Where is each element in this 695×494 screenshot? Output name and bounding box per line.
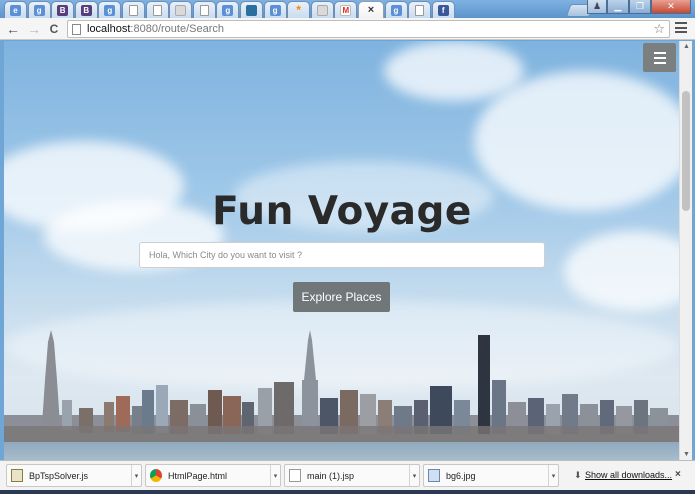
browser-toolbar: ← → C localhost:8080/route/Search ☆ [0,18,695,40]
close-window-button[interactable]: ✕ [651,0,691,14]
cloud [384,41,524,101]
file-chrome-icon [150,469,162,482]
maximize-button[interactable]: ❐ [629,0,651,14]
file-exe-icon [11,469,23,482]
bootstrap-icon: B [57,4,69,16]
browser-tab[interactable]: g [216,1,240,18]
document-icon [128,4,138,16]
city-search-input[interactable] [139,242,545,268]
chart-icon [316,4,328,16]
reload-icon: C [49,22,59,36]
document-icon [152,4,162,16]
browser-tab[interactable]: B [74,1,98,18]
forward-button[interactable]: → [25,20,43,38]
internet-explorer-icon: e [10,4,21,16]
forward-arrow-icon: → [27,21,41,37]
scroll-thumb[interactable] [682,91,690,211]
browser-tab[interactable]: × [357,1,384,18]
google-icon: g [104,4,116,16]
browser-tab[interactable]: e [4,1,27,18]
show-all-downloads-link[interactable]: Show all downloads... [585,470,672,480]
tabs-list: e g B Bg g g * M × g f [4,1,455,18]
menu-toggle-button[interactable] [643,43,676,72]
download-menu-chevron-icon[interactable]: ▾ [270,465,280,486]
download-menu-chevron-icon[interactable]: ▾ [548,465,558,486]
download-filename: BpTspSolver.js [29,470,89,481]
river-water [4,442,679,460]
back-arrow-icon: ← [6,21,20,37]
chrome-menu-icon[interactable] [675,22,687,33]
explore-places-button[interactable]: Explore Places [293,282,390,312]
google-icon: g [33,4,45,16]
browser-tab[interactable]: g [98,1,122,18]
browser-tab[interactable]: f [431,1,455,18]
document-icon [199,4,209,16]
file-doc-icon [289,469,301,482]
page-scrollbar[interactable]: ▲ ▼ [679,41,692,460]
download-item[interactable]: main (1).jsp ▾ [284,464,420,487]
close-icon[interactable]: × [368,4,374,16]
url-path: :8080/route/Search [130,23,224,35]
browser-tab[interactable]: g [27,1,51,18]
minimize-button[interactable]: ▁ [607,0,629,14]
download-item[interactable]: BpTspSolver.js ▾ [6,464,142,487]
page-title: Fun Voyage [212,189,472,234]
os-taskbar [0,490,695,494]
browser-tab[interactable] [121,1,145,18]
chart-icon [175,4,187,16]
cloud [564,231,679,311]
scroll-up-icon[interactable]: ▲ [682,43,691,50]
browser-tab[interactable]: g [384,1,408,18]
browser-tab[interactable] [310,1,334,18]
url-host: localhost [87,23,131,35]
download-shelf: ⬇ Show all downloads... × BpTspSolver.js… [0,460,695,490]
download-item[interactable]: HtmlPage.html ▾ [145,464,281,487]
google-icon: g [269,4,281,16]
download-filename: HtmlPage.html [168,470,228,481]
browser-tab[interactable] [145,1,169,18]
reload-button[interactable]: C [45,20,63,38]
bookmark-star-icon[interactable]: ☆ [653,21,665,37]
browser-tab[interactable]: B [51,1,75,18]
page-viewport: Fun Voyage Explore Places [4,41,679,460]
bootstrap-icon: B [80,4,92,16]
close-shelf-icon[interactable]: × [675,469,681,480]
download-menu-chevron-icon[interactable]: ▾ [131,465,141,486]
download-filename: bg6.jpg [446,470,476,481]
document-icon [415,4,425,16]
facebook-icon: f [437,4,449,16]
tab-strip: e g B Bg g g * M × g f ♟ ▁ ❐ ✕ [0,0,695,18]
browser-tab[interactable]: * [287,1,311,18]
file-jpg-icon [428,469,440,482]
download-item[interactable]: bg6.jpg ▾ [423,464,559,487]
asterisk-icon: * [296,2,301,17]
window-controls: ♟ ▁ ❐ ✕ [587,0,691,14]
browser-tab[interactable] [408,1,432,18]
download-filename: main (1).jsp [307,470,355,481]
address-bar[interactable]: localhost:8080/route/Search ☆ [67,20,670,38]
page-icon [72,23,81,35]
download-menu-chevron-icon[interactable]: ▾ [409,465,419,486]
city-skyline-image [4,330,679,460]
profile-icon[interactable]: ♟ [587,0,607,14]
browser-tab[interactable]: g [263,1,287,18]
photo-icon [245,4,257,16]
browser-tab[interactable] [192,1,216,18]
gmail-icon: M [340,4,352,16]
scroll-down-icon[interactable]: ▼ [682,451,691,458]
google-icon: g [222,4,234,16]
back-button[interactable]: ← [4,20,22,38]
browser-tab[interactable] [169,1,193,18]
browser-tab[interactable] [239,1,263,18]
browser-tab[interactable]: M [334,1,358,18]
download-icon: ⬇ [574,470,582,480]
google-icon: g [390,4,402,16]
